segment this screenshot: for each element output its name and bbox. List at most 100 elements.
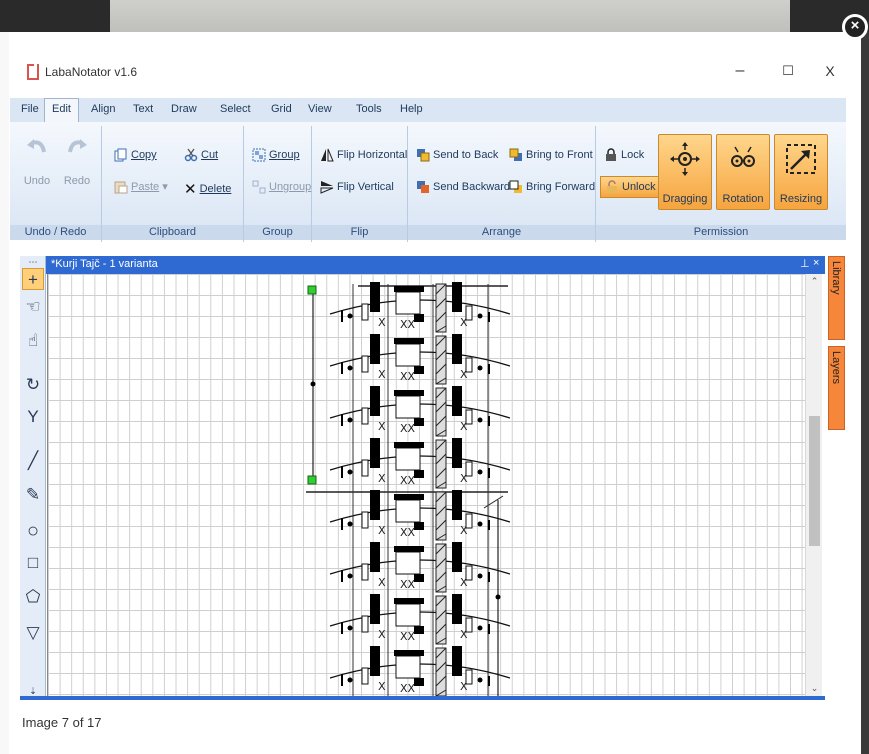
group-permission: Lock Unlock Dragging Rotation Resizing P… [596, 126, 846, 242]
lock-button[interactable]: Lock [604, 148, 644, 162]
hold-mark [414, 678, 424, 686]
crosshair-tool-icon[interactable]: + [22, 268, 44, 290]
side-box [465, 617, 473, 633]
paste-button[interactable]: Paste ▾ [114, 180, 168, 194]
resizing-toggle[interactable]: Resizing [774, 134, 828, 210]
shield-shape-tool-icon[interactable]: ▽ [22, 622, 44, 644]
hatched-bar [435, 543, 447, 593]
side-box [361, 459, 369, 477]
maximize-button[interactable]: ☐ [773, 60, 803, 84]
ungroup-button[interactable]: Ungroup [252, 180, 311, 194]
direction-block [370, 282, 380, 312]
flip-vertical-button[interactable]: Flip Vertical [320, 180, 394, 194]
tab-draw[interactable]: Draw [171, 103, 197, 115]
scroll-thumb[interactable] [809, 416, 820, 546]
pin-dot [477, 417, 483, 423]
body-box [395, 499, 421, 523]
direction-block [452, 594, 462, 624]
vertical-scrollbar[interactable]: ⌃ ⌄ [805, 274, 822, 696]
ungroup-label: Ungroup [269, 180, 312, 193]
tab-file[interactable]: File [21, 103, 39, 115]
rotation-label: Rotation [722, 193, 764, 205]
resizing-icon [786, 144, 816, 174]
tab-edit[interactable]: Edit [44, 98, 79, 123]
rotation-toggle[interactable]: Rotation [716, 134, 770, 210]
copy-icon [114, 148, 127, 162]
tab-help[interactable]: Help [400, 103, 423, 115]
library-side-tab[interactable]: Library [828, 256, 845, 340]
undo-button[interactable]: Undo [22, 136, 52, 187]
copy-button[interactable]: Copy [114, 148, 157, 162]
scroll-down-icon[interactable]: ⌄ [806, 683, 823, 694]
cut-button[interactable]: Cut [184, 148, 218, 162]
pin-icon[interactable]: ⊥ [800, 257, 810, 270]
tab-select[interactable]: Select [220, 103, 251, 115]
dragging-toggle[interactable]: Dragging [658, 134, 712, 210]
pin-mark [488, 676, 490, 686]
tab-align[interactable]: Align [91, 103, 115, 115]
palette-grip-icon: ⋯ [28, 257, 38, 267]
rectangle-tool-icon[interactable]: □ [22, 552, 44, 574]
close-button[interactable]: X [815, 60, 845, 84]
tab-text[interactable]: Text [133, 103, 153, 115]
bring-to-front-icon [509, 148, 522, 161]
pin-dot [477, 521, 483, 527]
background-image-strip [110, 0, 790, 32]
tab-view[interactable]: View [308, 103, 332, 115]
redo-button[interactable]: Redo [62, 136, 92, 187]
redo-label: Redo [63, 175, 91, 187]
group-clipboard: Copy Paste ▾ Cut ✕ Delete Clipboard [102, 126, 244, 242]
paste-dropdown-icon: ▾ [162, 181, 168, 193]
flip-horizontal-button[interactable]: Flip Horizontal [320, 148, 407, 162]
tab-grid[interactable]: Grid [271, 103, 292, 115]
body-box [395, 343, 421, 367]
hatched-bar [435, 387, 447, 437]
delete-button[interactable]: ✕ Delete [184, 180, 231, 198]
hand-tool-icon[interactable]: ☜ [22, 296, 44, 318]
document-title: *Kurji Tajč - 1 varianta [51, 258, 158, 270]
pencil-tool-icon[interactable]: ✎ [22, 484, 44, 506]
body-top [394, 598, 424, 604]
send-backward-button[interactable]: Send Backward [416, 180, 510, 194]
pin-mark [488, 572, 490, 582]
lightbox-close-button[interactable]: × [842, 14, 868, 40]
group-label-arrange: Arrange [408, 225, 595, 240]
unlock-button[interactable]: Unlock [600, 176, 661, 198]
document-close-icon[interactable]: × [813, 257, 819, 269]
side-box [361, 615, 369, 633]
tab-tools[interactable]: Tools [356, 103, 382, 115]
pin-mark [341, 570, 343, 582]
anchor-tool-icon[interactable]: Y [22, 406, 44, 428]
x-mark: XX [400, 474, 416, 487]
hand-w-tool-icon[interactable]: ☝ [22, 330, 44, 352]
direction-block [452, 386, 462, 416]
bring-forward-button[interactable]: Bring Forward [509, 180, 595, 194]
minimize-button[interactable]: – [725, 60, 755, 84]
rotate-tool-icon[interactable]: ↻ [22, 374, 44, 396]
app-title: LabaNotator v1.6 [45, 65, 138, 79]
side-box [465, 461, 473, 477]
direction-block [452, 282, 462, 312]
x-mark: X [378, 628, 386, 641]
body-box [395, 395, 421, 419]
lock-icon [606, 148, 616, 161]
pentagon-tool-icon[interactable]: ⬠ [22, 586, 44, 608]
cut-label: Cut [201, 148, 219, 161]
notation-canvas[interactable]: X XX X X XX X X XX X X XX X X XX X X XX X X XX X X XX X [47, 274, 805, 696]
background-page [0, 0, 869, 32]
scroll-up-icon[interactable]: ⌃ [806, 276, 823, 287]
side-box [361, 667, 369, 685]
send-to-back-button[interactable]: Send to Back [416, 148, 498, 162]
group-button[interactable]: Group [252, 148, 300, 162]
line-tool-icon[interactable]: ╱ [22, 450, 44, 472]
document-titlebar: *Kurji Tajč - 1 varianta ⊥ × [46, 256, 825, 274]
direction-block [452, 438, 462, 468]
layers-side-tab[interactable]: Layers [828, 346, 845, 430]
body-top [394, 286, 424, 292]
group-label-clipboard: Clipboard [102, 225, 243, 240]
unlock-icon [607, 180, 617, 193]
circle-tool-icon[interactable]: ○ [22, 520, 44, 542]
side-box [361, 563, 369, 581]
hatched-bar [435, 647, 447, 696]
bring-to-front-button[interactable]: Bring to Front [509, 148, 593, 162]
